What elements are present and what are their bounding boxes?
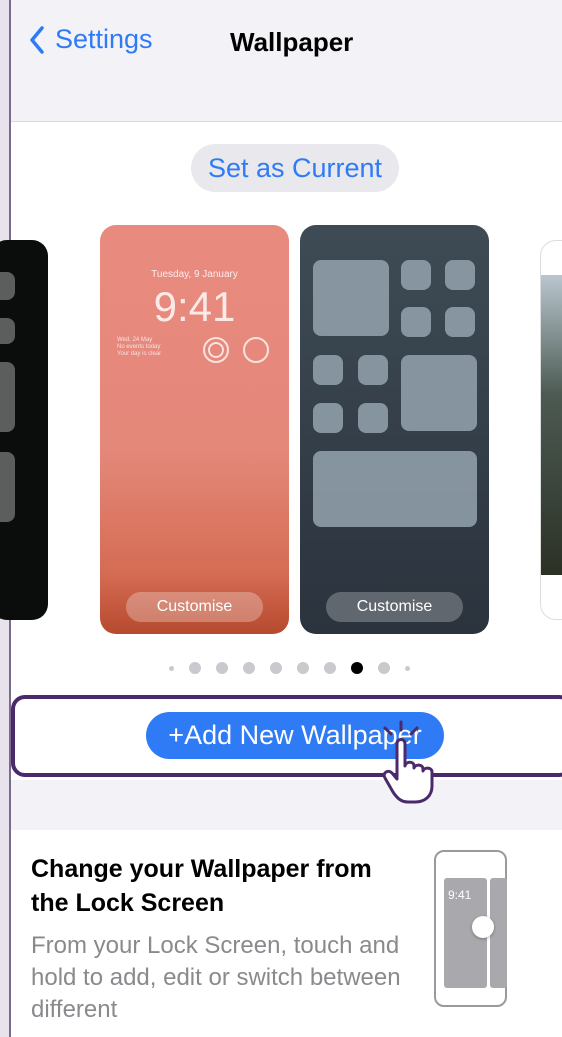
navigation-bar: Settings Wallpaper [11,0,562,122]
page-dot[interactable] [405,665,410,671]
customise-home-button[interactable]: Customise [326,592,463,622]
widget-placeholder [313,451,477,527]
home-screen-preview[interactable]: Customise [300,225,489,634]
photo-preview [541,275,562,575]
app-placeholder [401,307,431,337]
illustration-time: 9:41 [448,888,472,902]
wallpaper-pair-previous[interactable] [0,240,48,620]
app-placeholder [445,307,475,337]
lock-time: 9:41 [153,283,236,330]
widget-placeholder [0,272,15,300]
plus-icon: + [168,720,185,750]
app-placeholder [313,355,343,385]
widget-placeholder [401,355,477,431]
page-dot[interactable] [169,665,174,671]
back-label: Settings [55,24,153,54]
wallpaper-pair-next[interactable] [540,240,562,620]
page-dot[interactable] [243,662,255,674]
lock-screen-illustration: 9:41 [434,850,507,1007]
tap-hand-cursor-icon [382,720,434,804]
battery-widget-icon [243,337,269,363]
lock-calendar-widget: Wed, 24 May No events today Your day is … [117,337,161,358]
app-placeholder [358,403,388,433]
lock-screen-preview[interactable]: Tuesday, 9 January 9:41 Wed, 24 May No e… [100,225,289,634]
app-placeholder [313,403,343,433]
app-placeholder [401,260,431,290]
illustration-next-screen [490,878,507,988]
widget-line: Wed, 24 May [117,337,153,343]
customise-lock-button[interactable]: Customise [126,592,263,622]
page-dot[interactable] [297,662,309,674]
page-dot[interactable] [189,662,201,674]
tip-body: From your Lock Screen, touch and hold to… [31,932,401,1023]
lock-screen-tip-card: Change your Wallpaper from the Lock Scre… [11,830,562,1037]
page-dot[interactable] [324,662,336,674]
chevron-left-icon [30,25,44,54]
page-dot[interactable] [270,662,282,674]
activity-rings-inner [208,342,224,358]
widget-line: No events today [117,344,161,350]
app-placeholder [358,355,388,385]
widget-line: Your day is clear [117,351,162,357]
touch-indicator-icon [472,916,494,938]
page-dot[interactable] [378,662,390,674]
lock-date: Tuesday, 9 January [151,269,238,280]
widget-placeholder [0,362,15,432]
app-placeholder [445,260,475,290]
page-dot[interactable] [216,662,228,674]
wallpaper-card: Set as Current Tuesday, 9 January 9:41 W… [0,122,562,804]
widget-placeholder [313,260,389,336]
page-title: Wallpaper [230,27,354,57]
widget-placeholder [0,452,15,522]
page-dot-active[interactable] [351,662,363,674]
page-indicator[interactable] [169,662,410,674]
tip-title: Change your Wallpaper from the Lock Scre… [31,855,372,917]
widget-placeholder [0,318,15,344]
set-as-current-button[interactable]: Set as Current [191,144,399,192]
back-button[interactable]: Settings [29,24,153,55]
